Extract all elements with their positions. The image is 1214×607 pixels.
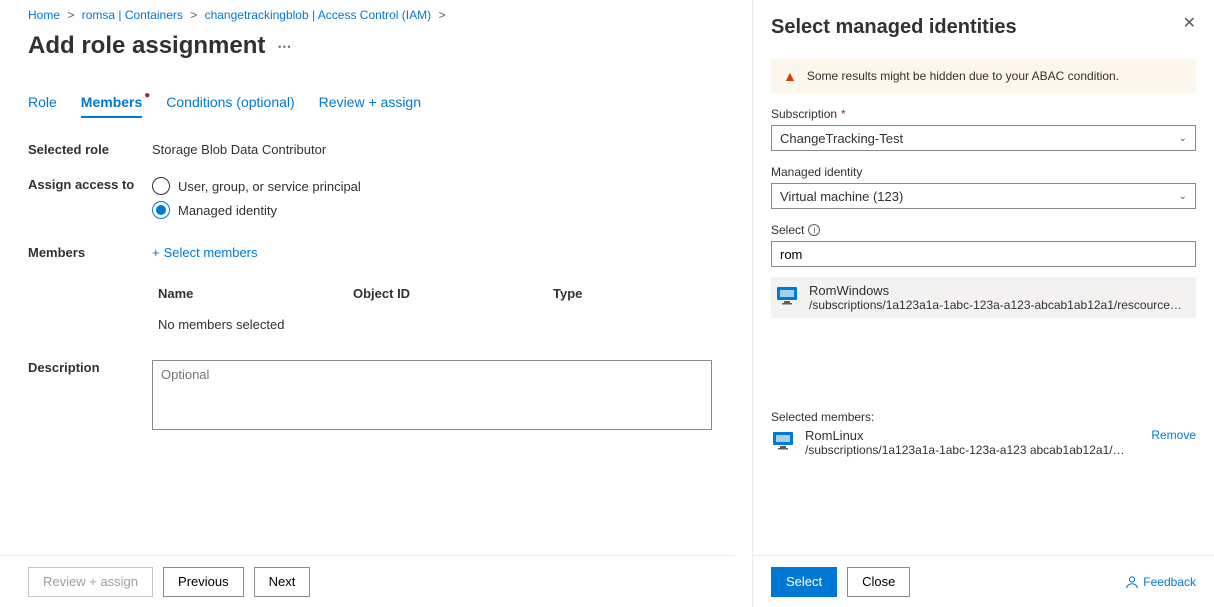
tab-review-assign[interactable]: Review + assign: [319, 94, 421, 118]
members-table-header: Name Object ID Type: [152, 278, 712, 309]
search-result-item[interactable]: RomWindows /subscriptions/1a123a1a-1abc-…: [771, 277, 1196, 318]
tab-members[interactable]: Members ●: [81, 94, 142, 118]
managed-identity-value: Virtual machine (123): [780, 189, 903, 204]
tab-members-label: Members: [81, 94, 142, 110]
feedback-icon: [1125, 575, 1139, 589]
warning-icon: ▲: [783, 69, 797, 83]
abac-warning: ▲ Some results might be hidden due to yo…: [771, 59, 1196, 93]
chevron-right-icon: >: [438, 8, 445, 22]
remove-link[interactable]: Remove: [1151, 428, 1196, 442]
select-label: Select: [771, 223, 804, 237]
select-members-link[interactable]: + Select members: [152, 245, 258, 260]
close-icon[interactable]: ✕: [1183, 16, 1196, 32]
breadcrumb-romsa[interactable]: romsa | Containers: [82, 8, 183, 22]
members-label: Members: [28, 245, 152, 340]
tabs: Role Members ● Conditions (optional) Rev…: [28, 94, 735, 118]
result-name: RomWindows: [809, 283, 1189, 298]
close-button[interactable]: Close: [847, 567, 910, 597]
managed-identity-select[interactable]: Virtual machine (123) ⌄: [771, 183, 1196, 209]
previous-button[interactable]: Previous: [163, 567, 244, 597]
page-title: Add role assignment: [28, 32, 265, 60]
col-name: Name: [158, 286, 353, 301]
abac-warning-text: Some results might be hidden due to your…: [807, 69, 1119, 83]
vm-icon: [771, 428, 795, 452]
select-members-link-label: Select members: [164, 245, 258, 260]
chevron-right-icon: >: [190, 8, 197, 22]
radio-managed-identity[interactable]: [152, 201, 170, 219]
select-managed-identities-panel: Select managed identities ✕ ▲ Some resul…: [752, 0, 1214, 607]
tab-conditions[interactable]: Conditions (optional): [166, 94, 294, 118]
managed-identity-label: Managed identity: [771, 165, 862, 179]
footer-bar: Review + assign Previous Next: [0, 555, 735, 607]
main-content: Home > romsa | Containers > changetracki…: [0, 0, 735, 607]
radio-managed-identity-label: Managed identity: [178, 203, 277, 218]
panel-title: Select managed identities: [771, 16, 1017, 39]
required-indicator-icon: ●: [144, 90, 150, 101]
panel-footer: Select Close Feedback: [753, 555, 1214, 607]
feedback-label: Feedback: [1143, 575, 1196, 589]
chevron-down-icon: ⌄: [1179, 133, 1187, 144]
info-icon[interactable]: i: [808, 224, 820, 236]
radio-user-group-label: User, group, or service principal: [178, 179, 361, 194]
plus-icon: +: [152, 245, 160, 260]
vm-icon: [775, 283, 799, 307]
assign-access-label: Assign access to: [28, 177, 152, 225]
review-assign-button[interactable]: Review + assign: [28, 567, 153, 597]
selected-role-value: Storage Blob Data Contributor: [152, 142, 735, 157]
subscription-select[interactable]: ChangeTracking-Test ⌄: [771, 125, 1196, 151]
members-table-empty: No members selected: [152, 309, 712, 340]
description-input[interactable]: [152, 360, 712, 430]
result-path: /subscriptions/1a123a1a-1abc-123a-a123-a…: [809, 298, 1189, 312]
description-label: Description: [28, 360, 152, 433]
tab-role[interactable]: Role: [28, 94, 57, 118]
col-object-id: Object ID: [353, 286, 553, 301]
radio-user-group[interactable]: [152, 177, 170, 195]
selected-member-item: RomLinux /subscriptions/1a123a1a-1abc-12…: [771, 428, 1196, 457]
select-button[interactable]: Select: [771, 567, 837, 597]
next-button[interactable]: Next: [254, 567, 311, 597]
selected-role-label: Selected role: [28, 142, 152, 157]
more-actions-icon[interactable]: ⋯: [277, 38, 291, 55]
subscription-label: Subscription: [771, 107, 837, 121]
selected-member-path: /subscriptions/1a123a1a-1abc-123a-a123 a…: [805, 443, 1125, 457]
chevron-right-icon: >: [67, 8, 74, 22]
required-star-icon: *: [841, 107, 846, 121]
selected-members-label: Selected members:: [771, 410, 1196, 424]
chevron-down-icon: ⌄: [1179, 191, 1187, 202]
breadcrumb-home[interactable]: Home: [28, 8, 60, 22]
selected-member-name: RomLinux: [805, 428, 1125, 443]
breadcrumb: Home > romsa | Containers > changetracki…: [28, 8, 735, 22]
col-type: Type: [553, 286, 706, 301]
subscription-value: ChangeTracking-Test: [780, 131, 903, 146]
feedback-link[interactable]: Feedback: [1125, 575, 1196, 589]
breadcrumb-iam[interactable]: changetrackingblob | Access Control (IAM…: [205, 8, 432, 22]
search-input[interactable]: [771, 241, 1196, 267]
